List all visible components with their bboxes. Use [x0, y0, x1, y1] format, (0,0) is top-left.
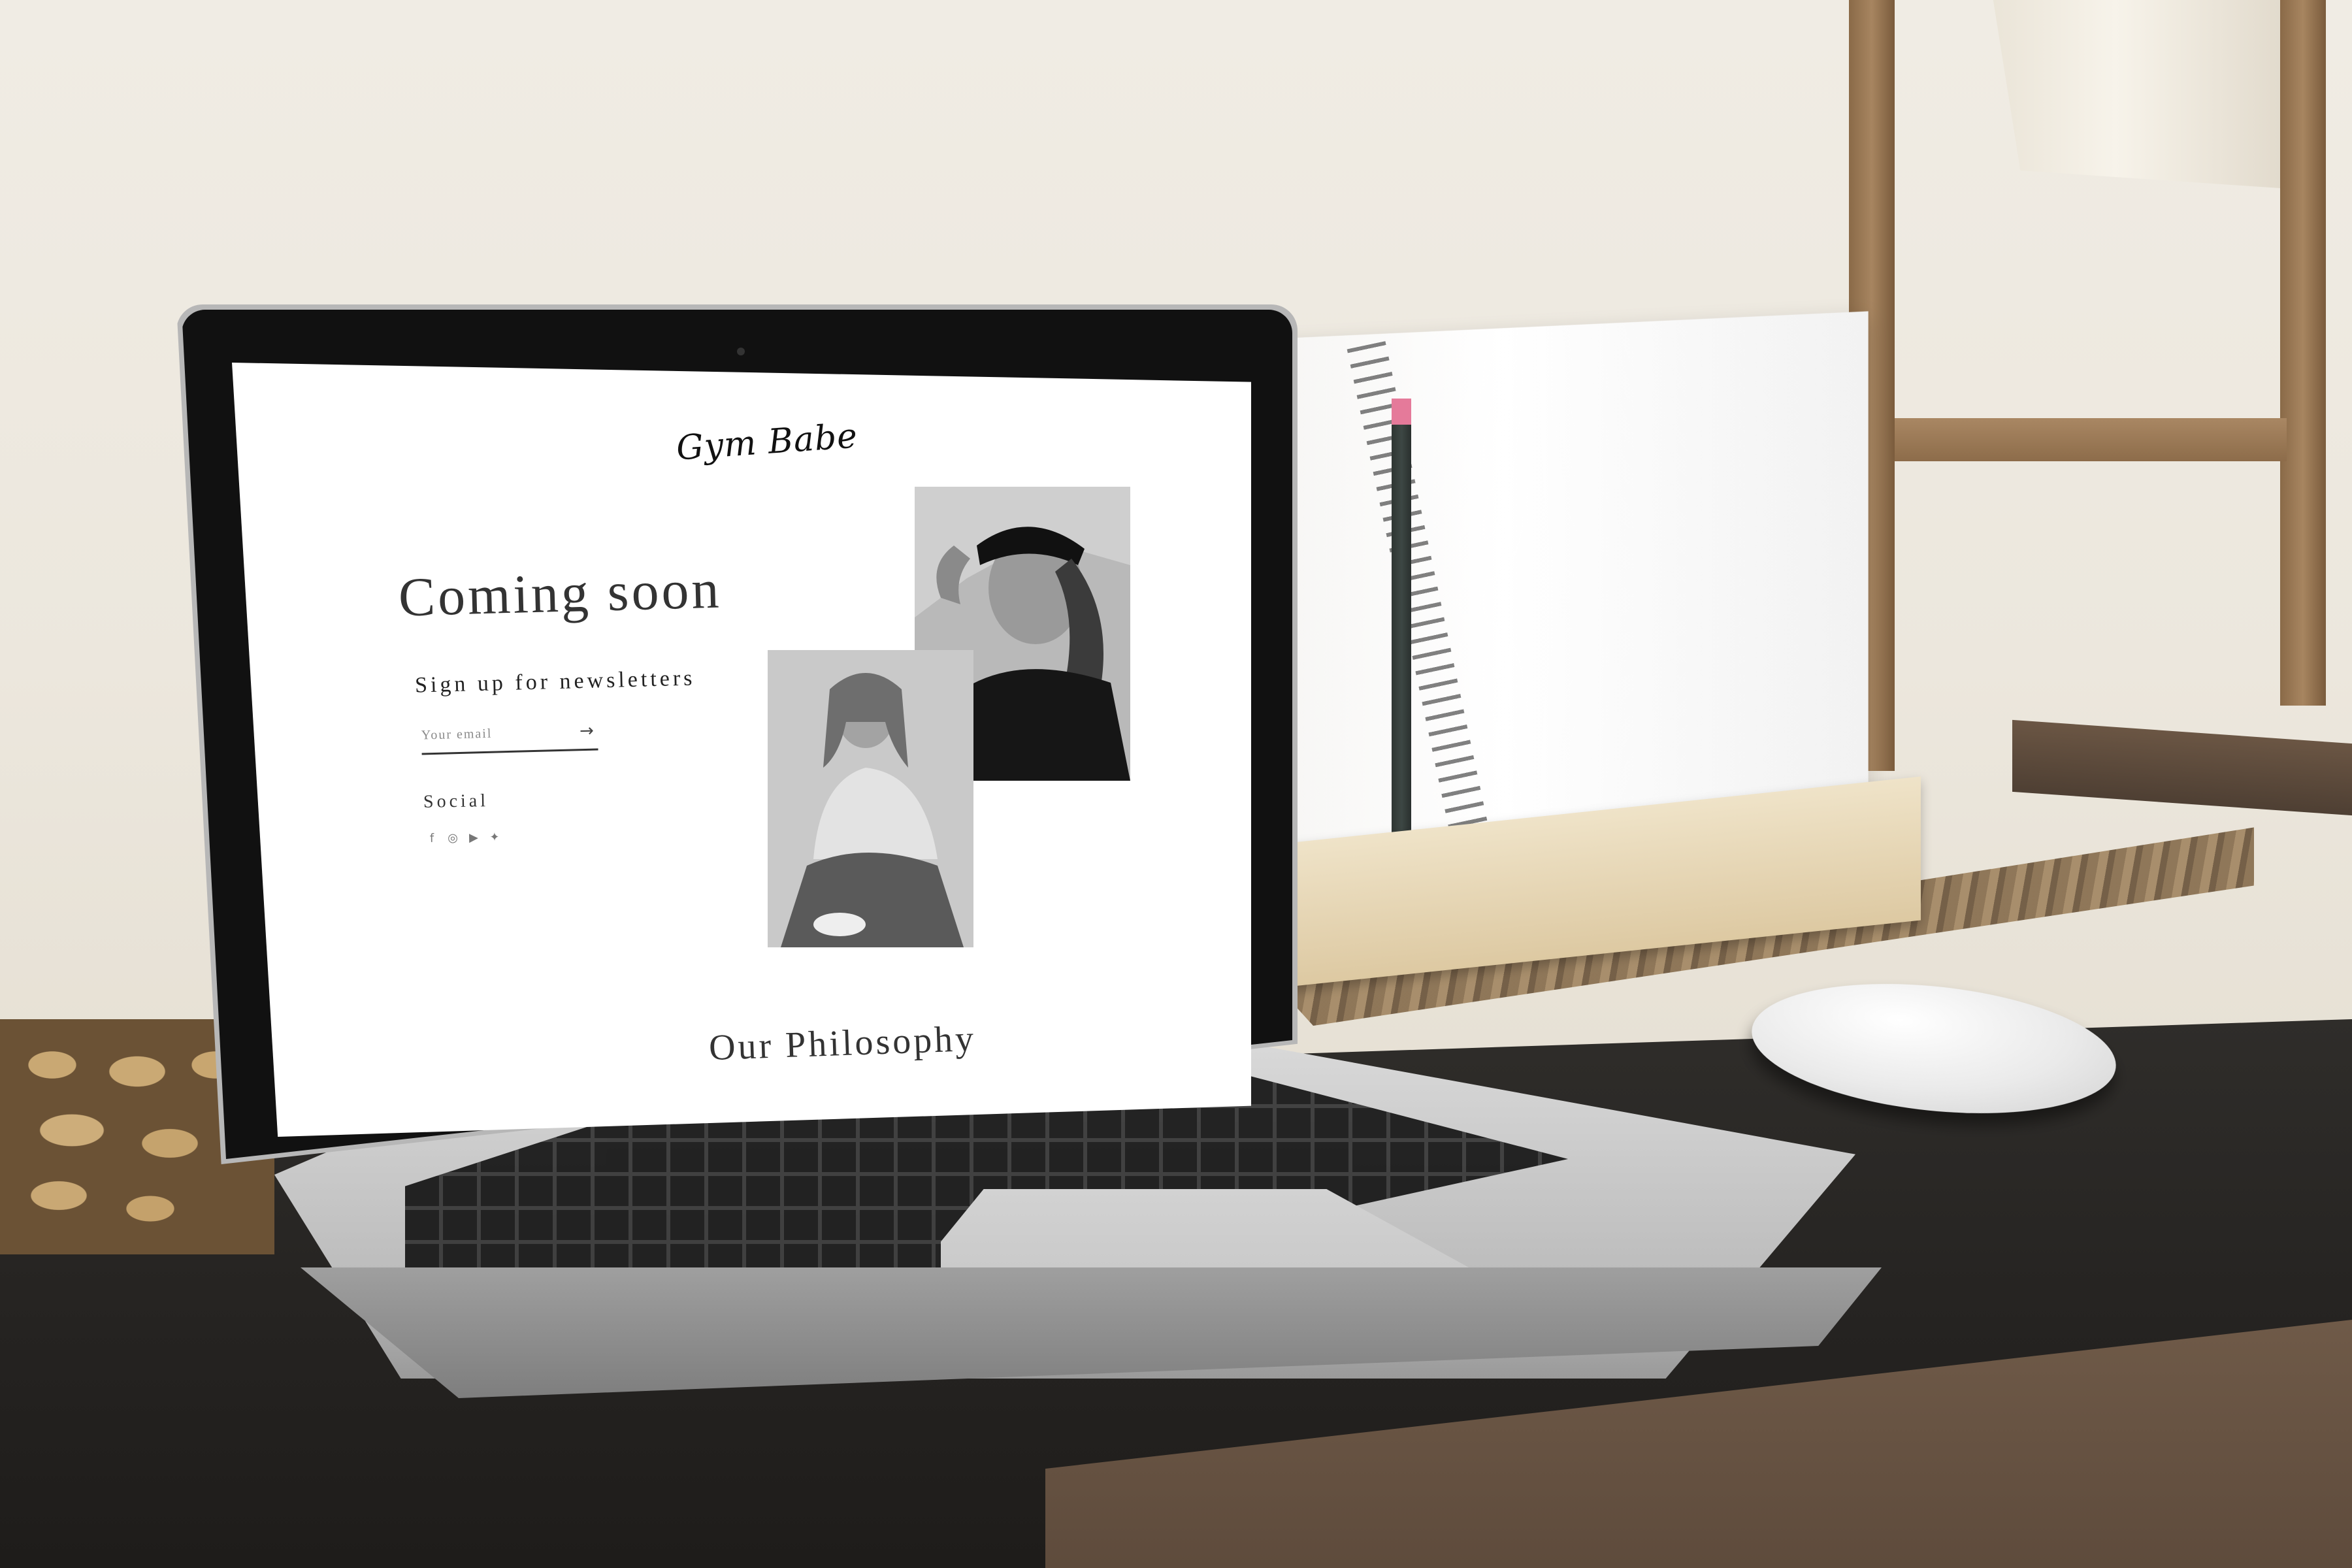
facebook-icon[interactable]: f — [424, 830, 440, 846]
section-heading: Our Philosophy — [708, 1018, 977, 1069]
youtube-icon[interactable]: ▶ — [466, 830, 482, 845]
email-field[interactable] — [421, 721, 565, 747]
photo-woman-seated-art — [768, 650, 973, 947]
social-label: Social — [423, 791, 489, 813]
instagram-icon[interactable]: ◎ — [445, 830, 461, 845]
pencil — [1392, 405, 1411, 862]
ladder-rung — [1895, 418, 2287, 461]
photo-woman-seated — [768, 650, 973, 947]
arrow-right-icon[interactable]: → — [580, 721, 595, 742]
email-field-wrapper: → — [421, 719, 598, 755]
newsletter-label: Sign up for newsletters — [415, 666, 696, 698]
lamp-shade — [1980, 0, 2319, 189]
pencil-eraser — [1392, 399, 1411, 425]
brand-logo[interactable]: Gym Babe — [675, 416, 859, 468]
hero-title: Coming soon — [398, 558, 723, 630]
social-links: f ◎ ▶ ✦ — [424, 829, 502, 846]
webcam — [737, 348, 745, 355]
ladder-rail-right — [2280, 0, 2326, 706]
twitter-icon[interactable]: ✦ — [487, 829, 502, 845]
laptop-screen: Gym Babe Coming soon Sign up for newslet… — [232, 363, 1251, 1137]
